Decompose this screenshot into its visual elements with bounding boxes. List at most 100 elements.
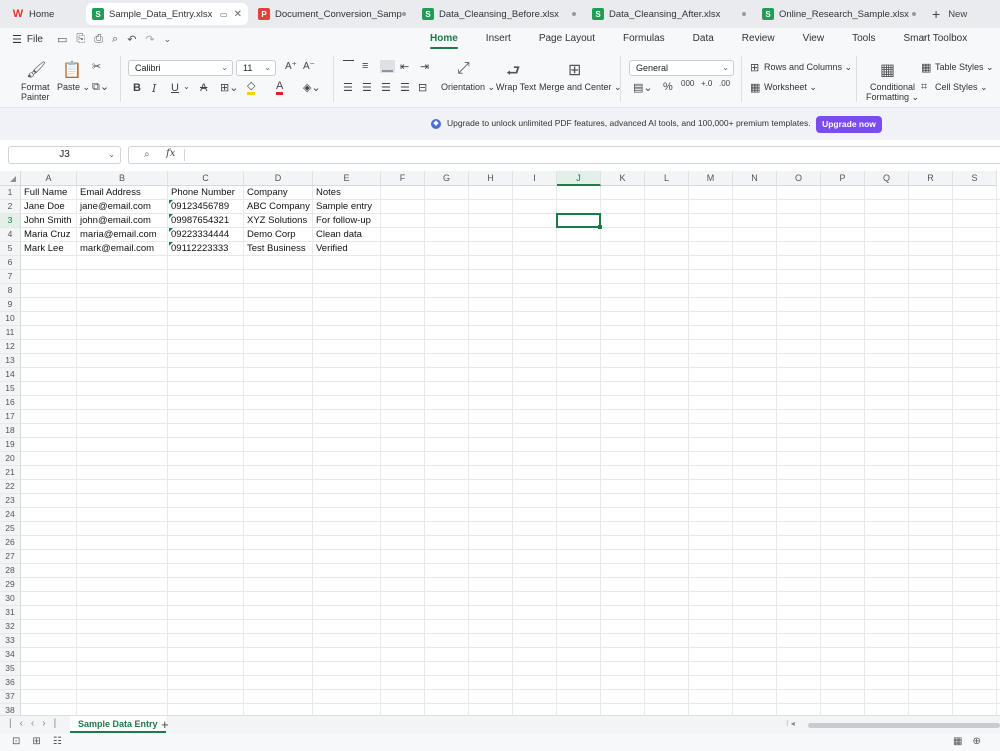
merge-center-button[interactable]: Merge and Center ⌄ (539, 82, 622, 93)
new-tab-button[interactable]: + New (932, 6, 967, 22)
undo-icon[interactable]: ↶ (127, 33, 136, 46)
header-cell[interactable]: Notes (314, 186, 380, 200)
row-header-18[interactable]: 18 (0, 424, 21, 438)
paste-icon[interactable]: 📋 (62, 60, 82, 80)
worksheet-button[interactable]: Worksheet ⌄ (764, 82, 817, 93)
chevron-down-icon[interactable]: ⌄ (164, 34, 172, 45)
row-header-10[interactable]: 10 (0, 312, 21, 326)
format-painter-icon[interactable]: 🖌 (26, 60, 46, 80)
format-painter-button[interactable]: Format Painter (21, 82, 50, 102)
tab-page-layout[interactable]: Page Layout (539, 28, 595, 50)
align-right-icon[interactable]: ☰ (381, 81, 391, 94)
number-format-select[interactable]: General ⌄ (629, 60, 734, 76)
save-icon[interactable]: ▭ (57, 33, 67, 46)
column-header-l[interactable]: L (645, 171, 689, 186)
italic-icon[interactable]: I (152, 82, 156, 95)
row-header-9[interactable]: 9 (0, 298, 21, 312)
row-header-23[interactable]: 23 (0, 494, 21, 508)
data-cell[interactable]: Maria Cruz (22, 228, 76, 242)
cell-styles-button[interactable]: Cell Styles ⌄ (935, 82, 988, 93)
column-header-q[interactable]: Q (865, 171, 909, 186)
document-tab-home[interactable]: W Home (6, 3, 82, 25)
data-cell[interactable]: Demo Corp (245, 228, 312, 242)
cut-icon[interactable]: ✂ (92, 60, 101, 73)
column-header-d[interactable]: D (244, 171, 313, 186)
horizontal-scrollbar[interactable] (808, 723, 1000, 728)
row-header-13[interactable]: 13 (0, 354, 21, 368)
tab-home[interactable]: Home (430, 28, 458, 50)
row-header-37[interactable]: 37 (0, 690, 21, 704)
row-header-25[interactable]: 25 (0, 522, 21, 536)
data-cell[interactable]: Mark Lee (22, 242, 76, 256)
underline-icon[interactable]: U (171, 82, 179, 94)
decrease-decimal-icon[interactable]: .00 (719, 79, 730, 88)
column-header-n[interactable]: N (733, 171, 777, 186)
row-header-14[interactable]: 14 (0, 368, 21, 382)
data-cell[interactable]: 09987654321 (169, 214, 243, 228)
row-header-17[interactable]: 17 (0, 410, 21, 424)
data-cell[interactable]: Sample entry (314, 200, 380, 214)
status-right-icons[interactable]: ▦⊕ (953, 736, 991, 747)
copy-icon[interactable]: ⧉⌄ (92, 80, 109, 94)
data-cell[interactable]: John Smith (22, 214, 76, 228)
bold-icon[interactable]: B (133, 82, 141, 94)
rows-columns-icon[interactable]: ⊞ (750, 61, 759, 74)
increase-decimal-icon[interactable]: +.0 (701, 79, 712, 88)
row-header-29[interactable]: 29 (0, 578, 21, 592)
spreadsheet-grid[interactable]: A B C D E F G H I J K L M N O P Q R S 1 2 3 4 5 6 7 8 9 10 11 12 13 14 15… (0, 171, 1000, 715)
row-header-3[interactable]: 3 (0, 214, 21, 228)
conditional-formatting-icon[interactable]: ▦ (880, 60, 895, 80)
select-all-corner[interactable] (0, 171, 21, 186)
column-header-p[interactable]: P (821, 171, 865, 186)
tab-formulas[interactable]: Formulas (623, 28, 665, 50)
print-icon[interactable]: ⎙ (94, 33, 103, 46)
row-header-7[interactable]: 7 (0, 270, 21, 284)
strikethrough-icon[interactable]: A (200, 82, 207, 94)
align-left-icon[interactable]: ☰ (343, 81, 353, 94)
document-tab-sheet[interactable]: S Data_Cleansing_Before.xlsx (416, 3, 582, 25)
header-cell[interactable]: Full Name (22, 186, 76, 200)
row-header-5[interactable]: 5 (0, 242, 21, 256)
increase-font-icon[interactable]: A⁺ (285, 61, 297, 72)
align-center-icon[interactable]: ☰ (362, 81, 372, 94)
data-cell[interactable]: jane@email.com (78, 200, 167, 214)
data-cell[interactable]: Verified (314, 242, 380, 256)
column-header-o[interactable]: O (777, 171, 821, 186)
data-cell[interactable]: 09112223333 (169, 242, 243, 256)
add-sheet-icon[interactable]: + (161, 717, 169, 732)
row-header-21[interactable]: 21 (0, 466, 21, 480)
header-cell[interactable]: Company (245, 186, 312, 200)
zoom-icon[interactable]: ⌕ (144, 149, 150, 160)
distributed-icon[interactable]: ⊟ (418, 81, 427, 94)
font-color-icon[interactable]: A (276, 81, 284, 95)
tab-insert[interactable]: Insert (486, 28, 511, 50)
formula-input[interactable]: ⌕ fx (128, 146, 1000, 164)
underline-dropdown-icon[interactable]: ⌄ (183, 82, 190, 91)
tab-review[interactable]: Review (742, 28, 775, 50)
column-header-r[interactable]: R (909, 171, 953, 186)
data-cell[interactable]: For follow-up (314, 214, 380, 228)
column-header-c[interactable]: C (168, 171, 244, 186)
row-header-1[interactable]: 1 (0, 186, 21, 200)
sheet-navigation-icons[interactable]: |‹‹›| (9, 718, 64, 729)
conditional-formatting-button[interactable]: Conditional Formatting ⌄ (866, 82, 919, 102)
row-header-27[interactable]: 27 (0, 550, 21, 564)
data-cell[interactable]: 09123456789 (169, 200, 243, 214)
scroll-left-icon[interactable]: ⁝ ◂ (786, 719, 795, 728)
row-header-12[interactable]: 12 (0, 340, 21, 354)
redo-icon[interactable]: ↷ (145, 33, 154, 46)
tab-data[interactable]: Data (693, 28, 714, 50)
align-middle-icon[interactable]: ≡ (362, 60, 368, 72)
worksheet-icon[interactable]: ▦ (750, 81, 760, 94)
column-header-s[interactable]: S (953, 171, 997, 186)
data-cell[interactable]: Clean data (314, 228, 380, 242)
row-header-24[interactable]: 24 (0, 508, 21, 522)
row-header-28[interactable]: 28 (0, 564, 21, 578)
borders-icon[interactable]: ⊞⌄ (220, 81, 238, 94)
column-header-m[interactable]: M (689, 171, 733, 186)
row-header-26[interactable]: 26 (0, 536, 21, 550)
print-preview-icon[interactable]: ⌕ (112, 33, 118, 46)
row-header-16[interactable]: 16 (0, 396, 21, 410)
tab-window-icon[interactable]: ▭ (220, 10, 228, 19)
status-view-icons[interactable]: ⊡⊞☷ (12, 736, 74, 747)
